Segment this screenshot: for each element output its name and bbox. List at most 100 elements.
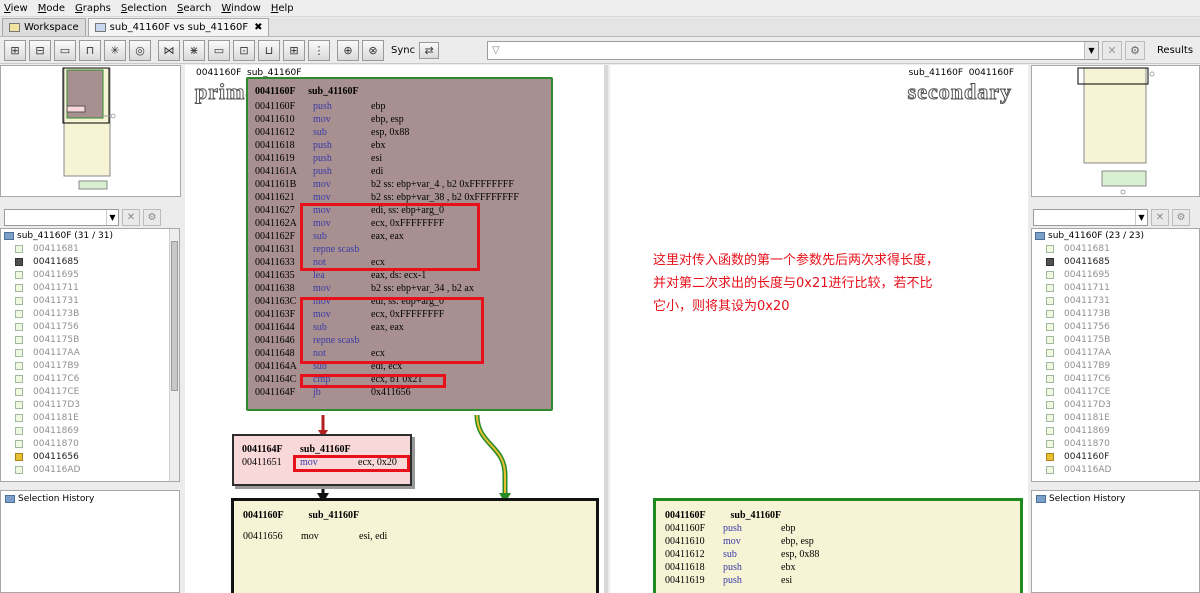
list-item[interactable]: 00411870: [1032, 437, 1199, 450]
list-item[interactable]: 00411681: [1032, 242, 1199, 255]
list-item[interactable]: 0041160F: [1032, 450, 1199, 463]
list-item[interactable]: 004117B9: [1, 359, 179, 372]
list-item[interactable]: 00411756: [1, 320, 179, 333]
right-gear-icon[interactable]: ⚙: [1172, 208, 1190, 226]
toolbar-button-3[interactable]: ⊓: [79, 40, 101, 61]
menu-search[interactable]: Search: [177, 3, 211, 14]
search-combo[interactable]: ▽ ▼: [487, 41, 1099, 60]
list-item[interactable]: 0041175B: [1, 333, 179, 346]
primary-main-block[interactable]: 0041160F sub_41160F 0041160F push ebp 00411…: [246, 77, 553, 411]
left-filter-input[interactable]: ▼: [4, 208, 119, 226]
menu-graphs[interactable]: Graphs: [75, 3, 111, 14]
asm-row[interactable]: 0041160F push ebp: [255, 100, 551, 113]
primary-pink-block[interactable]: 0041164F sub_41160F 00411651 mov ecx, 0x…: [232, 434, 412, 486]
list-item[interactable]: 00411681: [1, 242, 179, 255]
sync-button[interactable]: ⇄: [419, 42, 440, 59]
tree-root[interactable]: sub_41160F (31 / 31): [1, 229, 179, 242]
toolbar-button-7[interactable]: ⋇: [183, 40, 205, 61]
toolbar-button-14[interactable]: ⊗: [362, 40, 384, 61]
tab-diff[interactable]: sub_41160F vs sub_41160F ✖: [87, 18, 270, 36]
menu-view[interactable]: View: [4, 3, 28, 14]
toolbar-button-11[interactable]: ⊞: [283, 40, 305, 61]
right-overview-panel[interactable]: [1031, 65, 1200, 197]
list-item[interactable]: 004116AD: [1, 463, 179, 476]
toolbar-button-0[interactable]: ⊞: [4, 40, 26, 61]
toolbar-button-8[interactable]: ▭: [208, 40, 230, 61]
asm-row[interactable]: 0041160F push ebp: [665, 522, 1020, 535]
left-tree-scrollbar[interactable]: [169, 229, 179, 481]
list-item[interactable]: 004117C6: [1032, 372, 1199, 385]
asm-row[interactable]: 0041161B mov b2 ss: ebp+var_4 , b2 0xFFFFF…: [255, 178, 551, 191]
list-item[interactable]: 00411869: [1032, 424, 1199, 437]
asm-row[interactable]: 00411610 mov ebp, esp: [665, 535, 1020, 548]
menu-help[interactable]: Help: [271, 3, 294, 14]
list-item[interactable]: 00411656: [1, 450, 179, 463]
list-item[interactable]: 00411870: [1, 437, 179, 450]
list-item[interactable]: 0041175B: [1032, 333, 1199, 346]
asm-row[interactable]: 0041161A push edi: [255, 165, 551, 178]
tree-root[interactable]: sub_41160F (23 / 23): [1032, 229, 1199, 242]
right-clear-button[interactable]: ✕: [1151, 208, 1169, 226]
list-item[interactable]: 00411731: [1032, 294, 1199, 307]
toolbar-button-6[interactable]: ⋈: [158, 40, 180, 61]
menu-window[interactable]: Window: [221, 3, 260, 14]
list-item[interactable]: 0041173B: [1032, 307, 1199, 320]
list-item[interactable]: 004117AA: [1032, 346, 1199, 359]
list-item[interactable]: 00411731: [1, 294, 179, 307]
toolbar-button-5[interactable]: ◎: [129, 40, 151, 61]
left-clear-button[interactable]: ✕: [122, 208, 140, 226]
primary-graph-pane[interactable]: 0041160F sub_41160F primary 0041160F sub…: [185, 65, 607, 593]
list-item[interactable]: 00411756: [1032, 320, 1199, 333]
secondary-bottom-block[interactable]: 0041160F sub_41160F 0041160F push ebp 00411…: [653, 498, 1023, 593]
asm-row[interactable]: 00411610 mov ebp, esp: [255, 113, 551, 126]
list-item[interactable]: 004117C6: [1, 372, 179, 385]
left-gear-icon[interactable]: ⚙: [143, 208, 161, 226]
toolbar-button-10[interactable]: ⊔: [258, 40, 280, 61]
asm-row[interactable]: 00411619 push esi: [665, 574, 1020, 587]
list-item[interactable]: 004117D3: [1032, 398, 1199, 411]
clear-search-button[interactable]: ✕: [1102, 41, 1122, 60]
list-item[interactable]: 004117CE: [1, 385, 179, 398]
primary-bottom-block[interactable]: 0041160F sub_41160F 00411656 mov esi, ed…: [231, 498, 599, 593]
results-button[interactable]: Results: [1150, 41, 1200, 60]
list-item[interactable]: 0041181E: [1032, 411, 1199, 424]
toolbar-button-1[interactable]: ⊟: [29, 40, 51, 61]
asm-row[interactable]: 00411612 sub esp, 0x88: [255, 126, 551, 139]
list-item[interactable]: 004117D3: [1, 398, 179, 411]
list-item[interactable]: 00411869: [1, 424, 179, 437]
asm-row[interactable]: 00411618 push ebx: [665, 561, 1020, 574]
list-item[interactable]: 004116AD: [1032, 463, 1199, 476]
list-item[interactable]: 0041173B: [1, 307, 179, 320]
asm-row[interactable]: 00411612 sub esp, 0x88: [665, 548, 1020, 561]
chevron-down-icon[interactable]: ▼: [1084, 42, 1098, 59]
toolbar-button-9[interactable]: ⊡: [233, 40, 255, 61]
chevron-down-icon[interactable]: ▼: [106, 209, 118, 225]
list-item[interactable]: 00411711: [1, 281, 179, 294]
tab-workspace[interactable]: Workspace: [2, 18, 86, 36]
list-item[interactable]: 00411695: [1, 268, 179, 281]
toolbar-button-4[interactable]: ✳: [104, 40, 126, 61]
toolbar-button-12[interactable]: ⋮: [308, 40, 330, 61]
list-item[interactable]: 004117B9: [1032, 359, 1199, 372]
asm-row[interactable]: 00411638 mov b2 ss: ebp+var_34 , b2 ax: [255, 282, 551, 295]
toolbar-button-2[interactable]: ▭: [54, 40, 76, 61]
list-item[interactable]: 0041181E: [1, 411, 179, 424]
list-item[interactable]: 00411685: [1032, 255, 1199, 268]
toolbar-button-13[interactable]: ⊕: [337, 40, 359, 61]
secondary-graph-pane[interactable]: sub_41160F 0041160F secondary 这里对传入函数的第一…: [610, 65, 1028, 593]
list-item[interactable]: 004117AA: [1, 346, 179, 359]
menu-mode[interactable]: Mode: [38, 3, 65, 14]
asm-row[interactable]: 00411619 push esi: [255, 152, 551, 165]
left-overview-panel[interactable]: [0, 65, 181, 197]
list-item[interactable]: 00411711: [1032, 281, 1199, 294]
list-item[interactable]: 00411695: [1032, 268, 1199, 281]
right-filter-input[interactable]: ▼: [1033, 208, 1148, 226]
chevron-down-icon[interactable]: ▼: [1135, 209, 1147, 225]
asm-row[interactable]: 00411618 push ebx: [255, 139, 551, 152]
list-item[interactable]: 00411685: [1, 255, 179, 268]
gear-icon[interactable]: ⚙: [1125, 41, 1145, 60]
menu-selection[interactable]: Selection: [121, 3, 167, 14]
graph-splitter[interactable]: [604, 65, 608, 593]
list-item[interactable]: 004117CE: [1032, 385, 1199, 398]
close-icon[interactable]: ✖: [254, 22, 262, 33]
